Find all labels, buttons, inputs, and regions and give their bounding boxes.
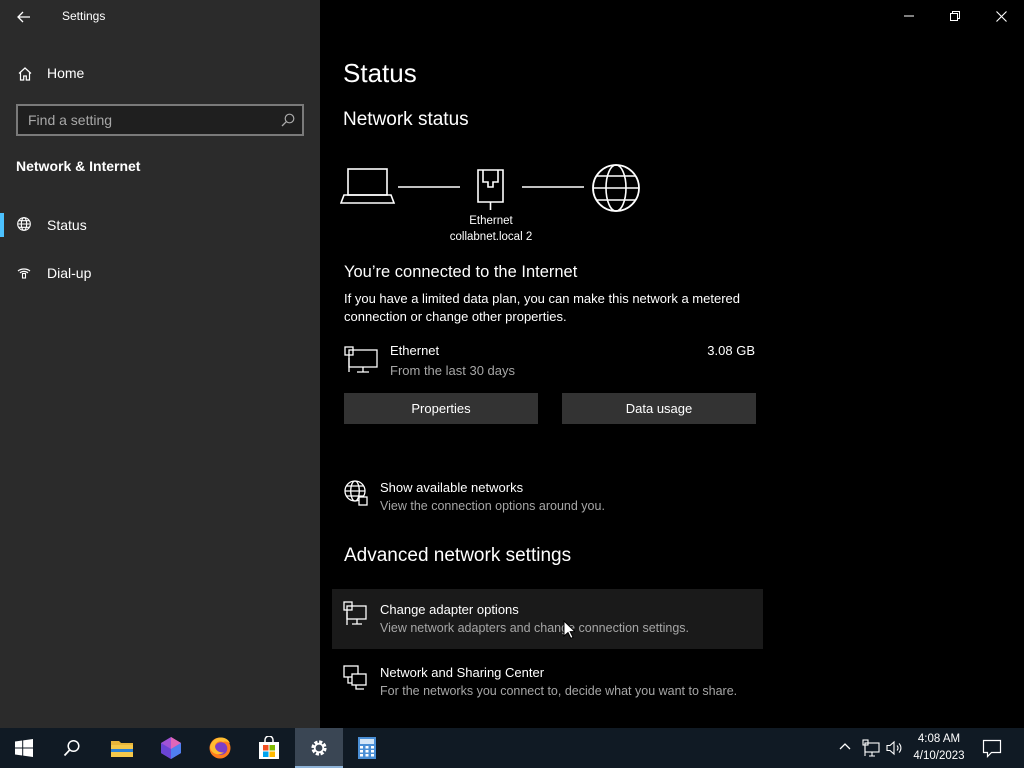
mouse-cursor-icon <box>563 619 577 644</box>
dialup-icon <box>16 264 32 285</box>
connected-description: If you have a limited data plan, you can… <box>344 291 740 324</box>
sharing-center-desc: For the networks you connect to, decide … <box>380 684 738 698</box>
sidebar-item-home-label: Home <box>47 65 85 81</box>
microsoft-store-icon <box>259 736 279 759</box>
search-input[interactable] <box>18 106 268 134</box>
taskbar-clock[interactable]: 4:08 AM 4/10/2023 <box>906 731 972 765</box>
page-title: Status <box>343 58 417 88</box>
gem-app-button[interactable] <box>147 728 195 768</box>
connection-name: Ethernet <box>469 215 513 227</box>
start-button[interactable] <box>0 728 48 768</box>
firefox-button[interactable] <box>196 728 244 768</box>
ethernet-period: From the last 30 days <box>390 363 515 378</box>
taskbar-search-button[interactable] <box>48 728 96 768</box>
minimize-button[interactable] <box>886 0 932 32</box>
sharing-center-title: Network and Sharing Center <box>380 665 545 680</box>
show-available-networks-link[interactable]: Show available networks View the connect… <box>332 467 763 527</box>
app-title: Settings <box>62 9 106 23</box>
network-name: collabnet.local 2 <box>449 231 533 243</box>
sidebar-item-home[interactable]: Home <box>0 58 320 90</box>
network-adapter-icon <box>343 601 369 632</box>
back-arrow-icon <box>17 11 30 23</box>
microsoft-store-button[interactable] <box>245 728 293 768</box>
connected-heading: You’re connected to the Internet <box>344 263 578 281</box>
globe-networks-icon <box>343 479 369 512</box>
windows-start-icon <box>15 739 33 757</box>
ethernet-port-icon <box>477 169 504 210</box>
network-diagram <box>339 160 650 220</box>
restore-icon <box>950 11 960 21</box>
app-gem-icon <box>161 737 181 759</box>
laptop-icon <box>339 168 396 204</box>
settings-sidebar: Settings Home Network & Internet Status … <box>0 0 320 728</box>
globe-internet-icon <box>592 164 640 212</box>
search-icon[interactable] <box>280 112 296 133</box>
section-title: Network & Internet <box>16 158 141 174</box>
adapter-options-desc: View network adapters and change connect… <box>380 621 689 635</box>
minimize-icon <box>904 15 914 17</box>
action-center-icon[interactable] <box>982 738 1002 763</box>
clock-time: 4:08 AM <box>917 733 961 745</box>
calculator-button[interactable] <box>343 728 391 768</box>
clock-date: 4/10/2023 <box>913 750 965 762</box>
taskbar: 4:08 AM 4/10/2023 <box>0 728 1024 768</box>
ethernet-name: Ethernet <box>390 343 440 358</box>
ethernet-adapter-icon <box>344 346 378 379</box>
adapter-options-title: Change adapter options <box>380 602 519 617</box>
change-adapter-options-link[interactable]: Change adapter options View network adap… <box>332 589 763 649</box>
firefox-icon <box>209 737 231 759</box>
network-status-title: Network status <box>343 109 469 130</box>
show-networks-title: Show available networks <box>380 480 524 495</box>
network-caption: Ethernet collabnet.local 2 <box>430 213 552 245</box>
calculator-icon <box>358 737 376 759</box>
close-button[interactable] <box>978 0 1024 32</box>
back-button[interactable] <box>12 6 36 28</box>
search-icon <box>63 739 80 757</box>
settings-taskbar-button[interactable] <box>295 728 343 768</box>
data-usage-button[interactable]: Data usage <box>562 393 756 424</box>
network-tray-icon[interactable] <box>862 739 880 762</box>
settings-gear-icon <box>311 740 327 756</box>
sidebar-item-dialup[interactable]: Dial-up <box>0 255 320 291</box>
properties-button[interactable]: Properties <box>344 393 538 424</box>
advanced-network-settings-title: Advanced network settings <box>344 545 572 566</box>
sidebar-item-status-label: Status <box>47 217 87 233</box>
globe-status-icon <box>16 216 32 237</box>
show-networks-desc: View the connection options around you. <box>380 499 605 513</box>
sharing-center-icon <box>343 664 369 697</box>
file-explorer-icon <box>111 741 133 757</box>
show-hidden-icons-chevron-icon[interactable] <box>838 740 852 759</box>
search-box[interactable] <box>16 104 304 136</box>
restore-button[interactable] <box>932 0 978 32</box>
sidebar-item-status[interactable]: Status <box>0 207 320 243</box>
network-sharing-center-link[interactable]: Network and Sharing Center For the netwo… <box>332 652 763 712</box>
home-icon <box>17 66 33 87</box>
ethernet-data-usage: 3.08 GB <box>707 343 755 358</box>
volume-icon[interactable] <box>886 739 904 762</box>
file-explorer-button[interactable] <box>98 728 146 768</box>
sidebar-item-dialup-label: Dial-up <box>47 265 92 281</box>
close-icon <box>995 10 1007 22</box>
